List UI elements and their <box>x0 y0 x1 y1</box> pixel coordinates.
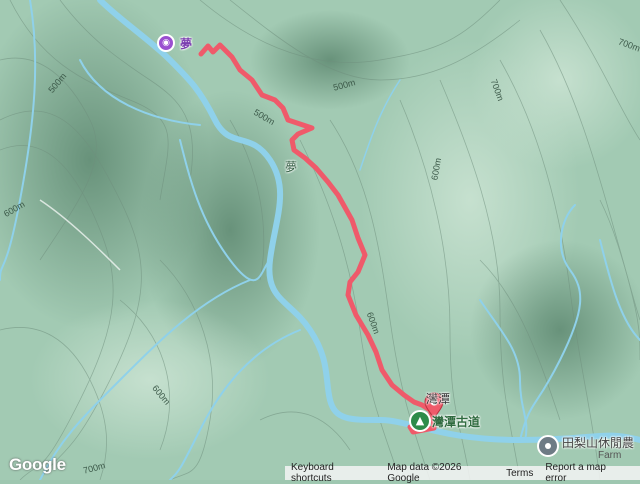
terms-link[interactable]: Terms <box>506 468 533 479</box>
farm-type-label: Farm <box>598 450 622 461</box>
map-canvas[interactable] <box>0 0 640 480</box>
farm-pin-icon[interactable] <box>537 435 559 457</box>
trail-label: 夢 <box>285 160 298 174</box>
camera-icon[interactable]: ◉ <box>157 34 175 52</box>
hiking-trail-icon[interactable]: ▲ <box>409 410 431 432</box>
farm-name-label[interactable]: 田梨山休閒農 <box>562 434 634 451</box>
google-logo[interactable]: Google <box>9 455 66 475</box>
trail-name-label[interactable]: 灣潭古道 <box>432 413 480 430</box>
keyboard-shortcuts-link[interactable]: Keyboard shortcuts <box>291 462 375 484</box>
map-data-label: Map data ©2026 Google <box>387 462 462 484</box>
attribution-bar: Keyboard shortcuts Map data ©2026 Google… <box>285 462 640 484</box>
report-error-link[interactable]: Report a map error <box>545 462 628 484</box>
photo-place-label[interactable]: 夢 <box>180 35 192 52</box>
village-label: 灣潭 <box>426 392 451 406</box>
